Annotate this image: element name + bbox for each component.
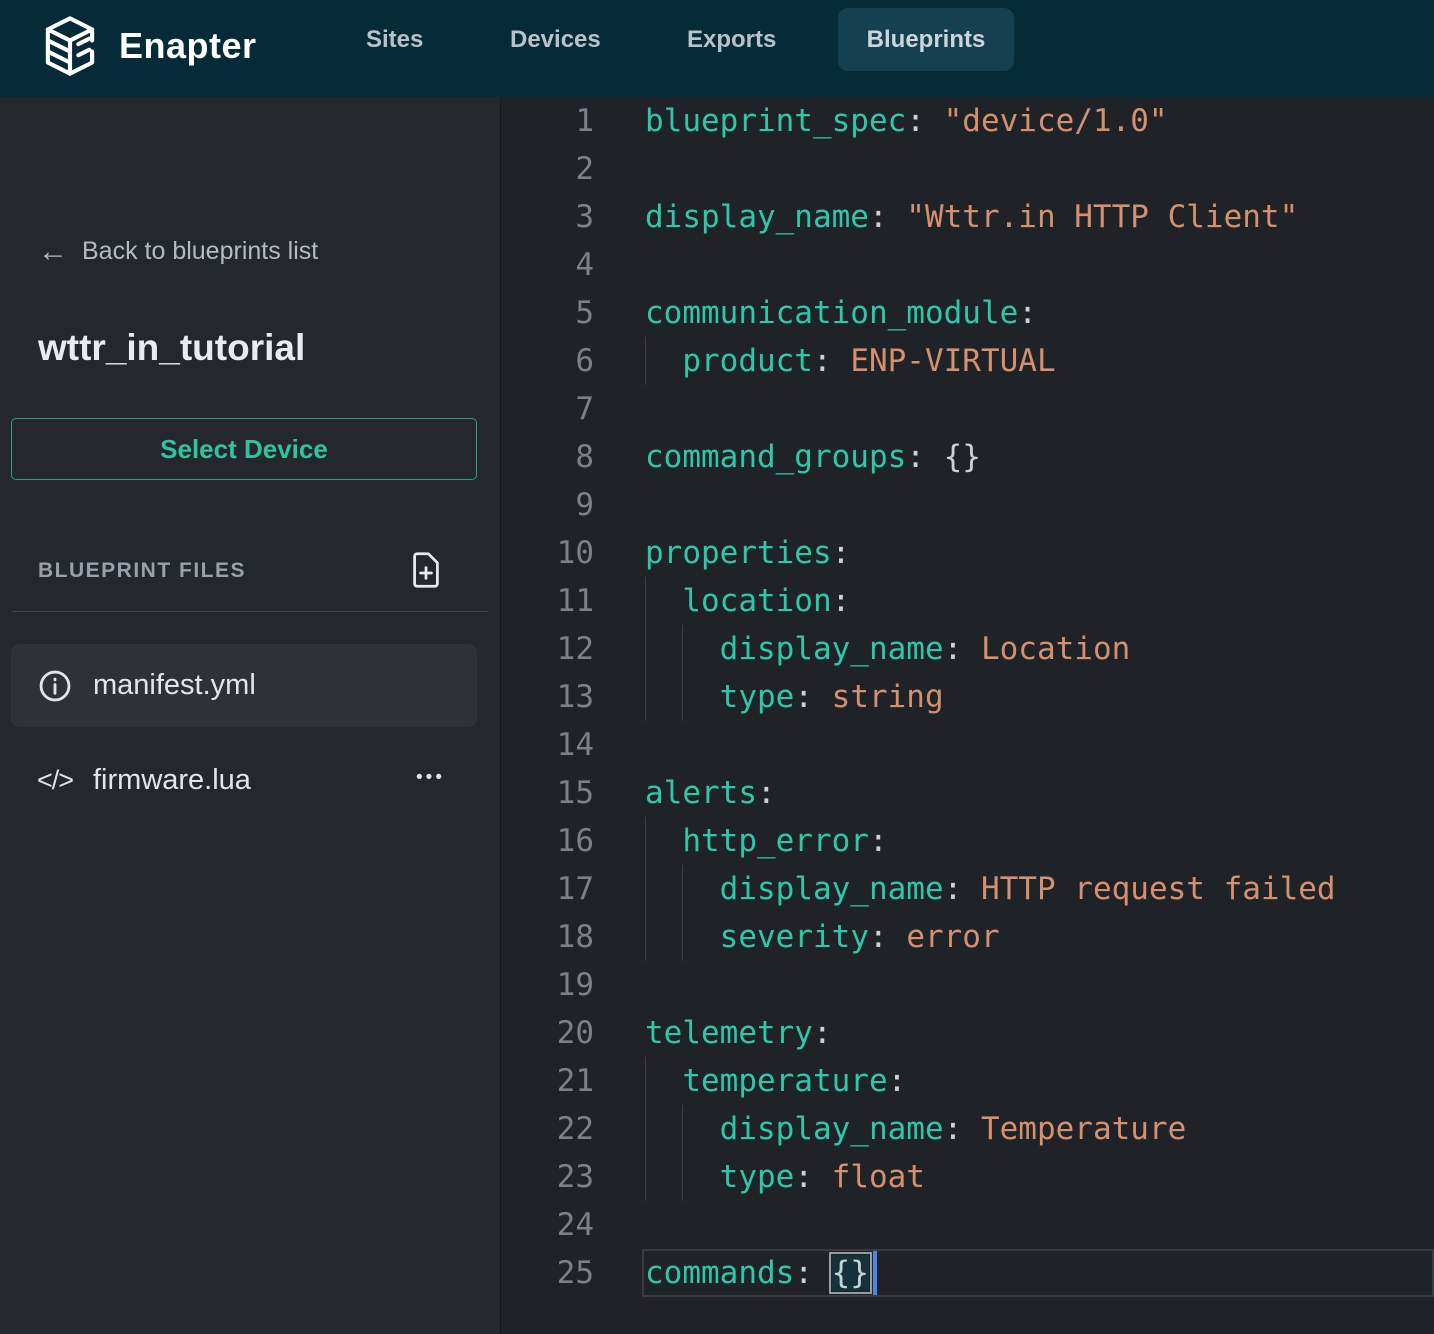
code-line-16[interactable]: 16http_error: [501,817,1434,865]
enapter-logo-icon [35,10,105,82]
line-number: 1 [501,97,594,145]
code-line-9[interactable]: 9 [501,481,1434,529]
code-line-17[interactable]: 17display_name: HTTP request failed [501,865,1434,913]
line-number: 14 [501,721,594,769]
line-number: 5 [501,289,594,337]
code-lines: 1blueprint_spec: "device/1.0"23display_n… [501,97,1434,1297]
line-number: 9 [501,481,594,529]
code-line-15[interactable]: 15alerts: [501,769,1434,817]
back-link[interactable]: ← Back to blueprints list [38,237,318,266]
line-number: 16 [501,817,594,865]
line-number: 3 [501,193,594,241]
nav-item-blueprints[interactable]: Blueprints [838,8,1014,71]
text-cursor [873,1250,877,1296]
line-number: 25 [501,1249,594,1297]
code-line-3[interactable]: 3display_name: "Wttr.in HTTP Client" [501,193,1434,241]
file-name: firmware.lua [93,764,251,797]
line-number: 12 [501,625,594,673]
code-line-12[interactable]: 12display_name: Location [501,625,1434,673]
line-number: 19 [501,961,594,1009]
brand[interactable]: Enapter [35,0,257,92]
line-number: 4 [501,241,594,289]
code-line-20[interactable]: 20telemetry: [501,1009,1434,1057]
file-item-manifest[interactable]: manifest.yml [11,644,477,727]
add-file-icon[interactable] [408,549,444,591]
line-number: 23 [501,1153,594,1201]
blueprint-title: wttr_in_tutorial [38,327,305,369]
line-number: 6 [501,337,594,385]
line-number: 24 [501,1201,594,1249]
code-line-21[interactable]: 21temperature: [501,1057,1434,1105]
line-number: 13 [501,673,594,721]
line-number: 20 [501,1009,594,1057]
line-number: 7 [501,385,594,433]
line-number: 21 [501,1057,594,1105]
code-line-11[interactable]: 11location: [501,577,1434,625]
line-number: 15 [501,769,594,817]
line-number: 10 [501,529,594,577]
code-line-22[interactable]: 22display_name: Temperature [501,1105,1434,1153]
line-number: 2 [501,145,594,193]
line-number: 11 [501,577,594,625]
code-icon: </> [37,765,73,796]
code-line-18[interactable]: 18severity: error [501,913,1434,961]
files-section-label: BLUEPRINT FILES [38,559,246,583]
code-line-7[interactable]: 7 [501,385,1434,433]
nav-item-sites[interactable]: Sites [366,0,423,80]
line-number: 18 [501,913,594,961]
code-line-23[interactable]: 23type: float [501,1153,1434,1201]
code-line-25[interactable]: 25commands: {} [501,1249,1434,1297]
line-number: 17 [501,865,594,913]
code-line-24[interactable]: 24 [501,1201,1434,1249]
nav-item-exports[interactable]: Exports [687,0,776,80]
app-window: Enapter Sites Devices Exports Blueprints… [0,0,1434,1334]
select-device-button[interactable]: Select Device [11,418,477,480]
sidebar-divider [12,611,488,612]
sidebar: ← Back to blueprints list wttr_in_tutori… [0,97,500,1334]
brand-name: Enapter [119,25,257,67]
code-line-4[interactable]: 4 [501,241,1434,289]
code-line-5[interactable]: 5communication_module: [501,289,1434,337]
info-icon [37,668,73,704]
file-item-firmware[interactable]: </> firmware.lua ••• [11,742,477,818]
code-editor[interactable]: 1blueprint_spec: "device/1.0"23display_n… [500,97,1434,1334]
code-line-14[interactable]: 14 [501,721,1434,769]
code-line-2[interactable]: 2 [501,145,1434,193]
bracket-match-highlight: {} [832,1255,869,1291]
line-number: 8 [501,433,594,481]
file-menu-ellipsis-icon[interactable]: ••• [416,767,445,789]
code-line-19[interactable]: 19 [501,961,1434,1009]
code-line-1[interactable]: 1blueprint_spec: "device/1.0" [501,97,1434,145]
back-arrow-icon: ← [38,239,68,264]
code-line-8[interactable]: 8command_groups: {} [501,433,1434,481]
top-nav: Enapter Sites Devices Exports Blueprints [0,0,1434,97]
back-link-label: Back to blueprints list [82,237,318,266]
nav-item-devices[interactable]: Devices [510,0,601,80]
code-line-13[interactable]: 13type: string [501,673,1434,721]
code-line-10[interactable]: 10properties: [501,529,1434,577]
file-name: manifest.yml [93,669,256,702]
line-number: 22 [501,1105,594,1153]
code-line-6[interactable]: 6product: ENP-VIRTUAL [501,337,1434,385]
